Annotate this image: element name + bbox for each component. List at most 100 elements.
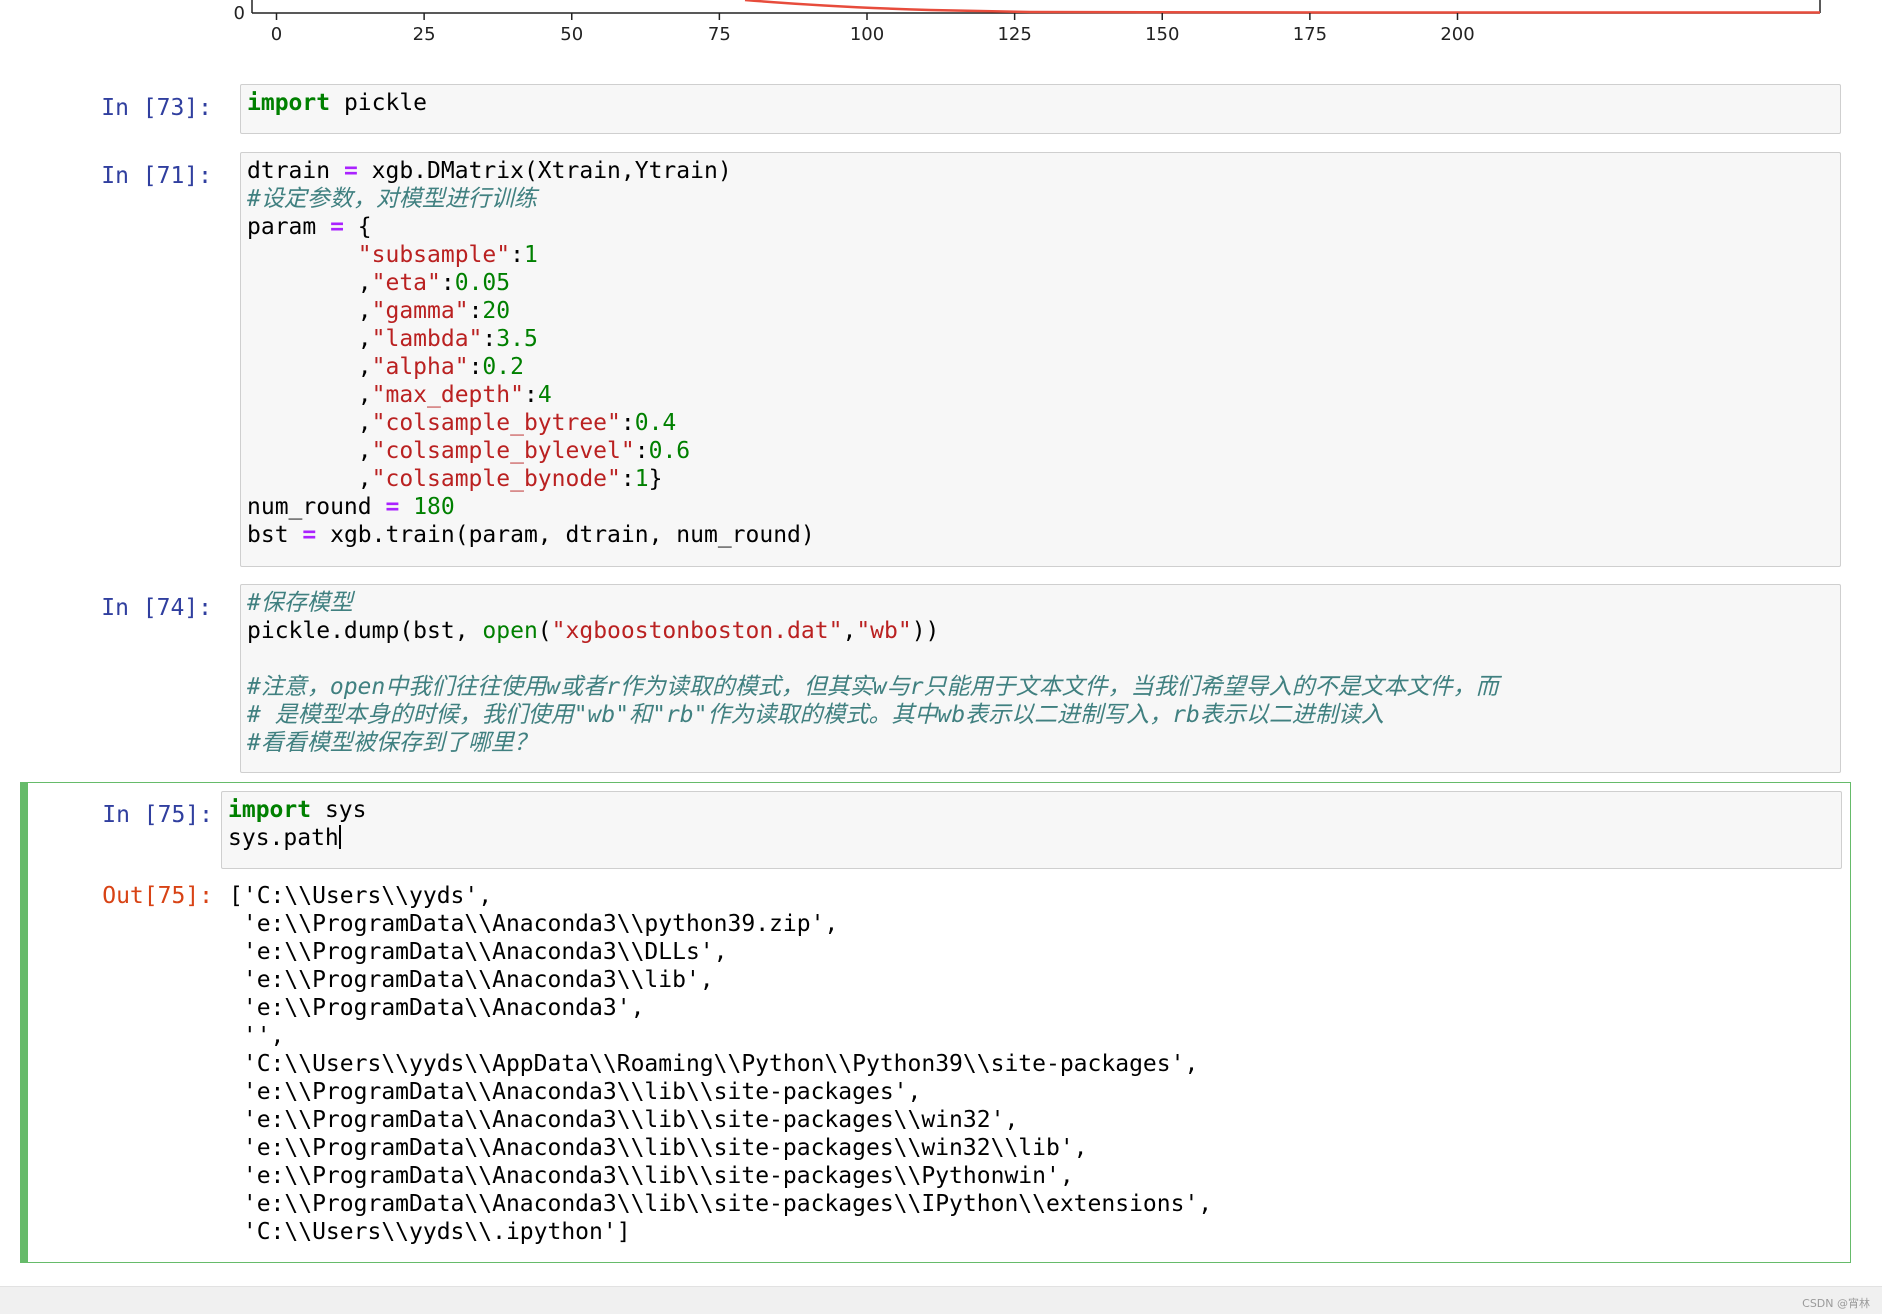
code-line[interactable]: pickle.dump(bst, open("xgboostonboston.d… — [247, 618, 939, 644]
code-line[interactable]: bst = xgb.train(param, dtrain, num_round… — [247, 522, 815, 548]
code-cell-71[interactable]: In [71]: dtrain = xgb.DMatrix(Xtrain,Ytr… — [20, 152, 1850, 567]
code-line[interactable] — [247, 646, 261, 672]
code-token: , — [247, 326, 372, 352]
code-token: 20 — [482, 298, 511, 324]
code-token: param — [247, 214, 331, 240]
code-token: , — [247, 270, 372, 296]
code-token: "eta" — [371, 270, 441, 296]
code-token: : — [634, 438, 649, 464]
x-tick-label: 100 — [850, 24, 884, 45]
x-ticks: 0 25 50 75 100 125 150 175 200 — [271, 13, 1475, 45]
output-line: '', — [229, 1023, 285, 1049]
code-token: } — [648, 466, 663, 492]
code-token: import — [247, 90, 331, 116]
code-text[interactable]: import pickle — [247, 89, 1834, 117]
code-line[interactable]: #保存模型 — [247, 590, 353, 616]
code-line[interactable]: #看看模型被保存到了哪里？ — [247, 730, 537, 756]
code-editor[interactable]: import sys sys.path — [221, 791, 1842, 869]
code-line[interactable]: ,"colsample_bytree":0.4 — [247, 410, 677, 436]
code-token: : — [468, 298, 483, 324]
code-line[interactable]: dtrain = xgb.DMatrix(Xtrain,Ytrain) — [247, 158, 732, 184]
code-text[interactable]: import sys sys.path — [228, 796, 1835, 852]
code-token: : — [620, 466, 635, 492]
code-line[interactable]: sys.path — [228, 825, 341, 851]
code-token: = — [343, 158, 358, 184]
output-line: ['C:\\Users\\yyds', — [229, 883, 493, 909]
code-cell-74[interactable]: In [74]: #保存模型 pickle.dump(bst, open("xg… — [20, 584, 1850, 773]
output-line: 'e:\\ProgramData\\Anaconda3\\lib\\site-p… — [229, 1163, 1074, 1189]
code-line[interactable]: ,"eta":0.05 — [247, 270, 510, 296]
x-tick-label: 175 — [1293, 24, 1327, 45]
code-editor[interactable]: #保存模型 pickle.dump(bst, open("xgboostonbo… — [240, 584, 1841, 773]
code-line[interactable]: #注意，open中我们往往使用w或者r作为读取的模式，但其实w与r只能用于文本文… — [247, 674, 1499, 700]
code-token: : — [468, 354, 483, 380]
code-token: dtrain — [247, 158, 344, 184]
code-token: # 是模型本身的时候，我们使用"wb"和"rb"作为读取的模式。其中wb表示以二… — [247, 702, 1384, 728]
code-line[interactable]: import pickle — [247, 90, 427, 116]
x-tick-label: 0 — [271, 24, 282, 45]
code-token: pickle — [330, 90, 428, 116]
code-token: 0.6 — [648, 438, 691, 464]
page-bottom-strip: CSDN @宵林 — [0, 1286, 1882, 1314]
code-token: , — [247, 438, 372, 464]
code-token: , — [247, 354, 372, 380]
output-text: ['C:\\Users\\yyds', 'e:\\ProgramData\\An… — [221, 882, 1830, 1246]
code-token: 1 — [634, 466, 649, 492]
cell-prompt: In [74]: — [101, 595, 212, 621]
code-token: #注意，open中我们往往使用w或者r作为读取的模式，但其实w与r只能用于文本文… — [247, 674, 1499, 700]
code-line[interactable]: ,"alpha":0.2 — [247, 354, 524, 380]
code-token: sys — [311, 797, 367, 823]
output-line: 'e:\\ProgramData\\Anaconda3\\lib\\site-p… — [229, 1135, 1088, 1161]
code-token: #保存模型 — [247, 590, 353, 616]
code-line[interactable]: ,"max_depth":4 — [247, 382, 552, 408]
code-cell-75-selected[interactable]: In [75]: import sys sys.path Out[75]: ['… — [20, 782, 1851, 1263]
x-tick-label: 50 — [560, 24, 583, 45]
code-token: #设定参数，对模型进行训练 — [247, 186, 537, 212]
notebook-page: 0 0 25 50 75 100 125 150 175 200 In [73]: import… — [0, 0, 1882, 1314]
code-token: "wb" — [856, 618, 912, 644]
code-token: "xgboostonboston.dat" — [551, 618, 843, 644]
code-token: , — [247, 298, 372, 324]
code-token: bst — [247, 522, 303, 548]
code-text[interactable]: dtrain = xgb.DMatrix(Xtrain,Ytrain) #设定参… — [247, 157, 1834, 549]
code-token: : — [440, 270, 455, 296]
code-line[interactable]: num_round = 180 — [247, 494, 455, 520]
code-token: : — [482, 326, 497, 352]
code-line[interactable]: # 是模型本身的时候，我们使用"wb"和"rb"作为读取的模式。其中wb表示以二… — [247, 702, 1384, 728]
code-line[interactable]: ,"lambda":3.5 — [247, 326, 538, 352]
code-line[interactable]: import sys — [228, 797, 366, 823]
code-line[interactable]: param = { — [247, 214, 372, 240]
code-token: open — [482, 618, 538, 644]
code-editor[interactable]: dtrain = xgb.DMatrix(Xtrain,Ytrain) #设定参… — [240, 152, 1841, 567]
code-token: )) — [911, 618, 940, 644]
plot-svg: 0 0 25 50 75 100 125 150 175 200 — [234, 0, 1821, 45]
code-token: , — [247, 382, 372, 408]
code-token: xgb.DMatrix(Xtrain,Ytrain) — [357, 158, 732, 184]
code-line[interactable]: "subsample":1 — [247, 242, 538, 268]
code-line[interactable]: ,"gamma":20 — [247, 298, 510, 324]
x-tick-label: 125 — [997, 24, 1031, 45]
x-tick-label: 75 — [708, 24, 731, 45]
code-token: = — [385, 494, 400, 520]
x-tick-label: 150 — [1145, 24, 1179, 45]
code-editor[interactable]: import pickle — [240, 84, 1841, 134]
output-line: 'e:\\ProgramData\\Anaconda3\\lib\\site-p… — [229, 1191, 1213, 1217]
code-token: xgb.train(param, dtrain, num_round) — [316, 522, 815, 548]
code-token: { — [343, 214, 372, 240]
output-line: 'e:\\ProgramData\\Anaconda3\\DLLs', — [229, 939, 728, 965]
code-token: : — [510, 242, 524, 268]
code-line[interactable]: ,"colsample_bylevel":0.6 — [247, 438, 690, 464]
code-token: : — [620, 410, 635, 436]
code-line[interactable]: #设定参数，对模型进行训练 — [247, 186, 537, 212]
code-cell-73[interactable]: In [73]: import pickle — [20, 84, 1850, 134]
output-line: 'e:\\ProgramData\\Anaconda3\\python39.zi… — [229, 911, 839, 937]
code-token: = — [330, 214, 344, 240]
code-token: sys.path — [228, 825, 339, 851]
code-token: "max_depth" — [371, 382, 524, 408]
code-line[interactable]: ,"colsample_bynode":1} — [247, 466, 663, 492]
x-tick-label: 200 — [1440, 24, 1474, 45]
code-text[interactable]: #保存模型 pickle.dump(bst, open("xgboostonbo… — [247, 589, 1834, 757]
series-line — [744, 0, 1820, 14]
